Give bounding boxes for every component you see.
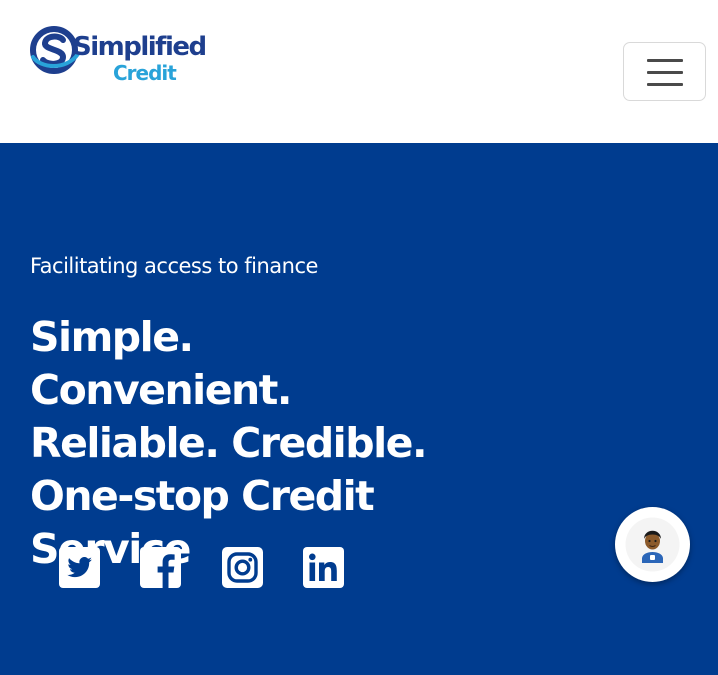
linkedin-icon: [303, 547, 344, 588]
menu-toggle-button[interactable]: [623, 42, 706, 101]
hero-tagline: Facilitating access to finance: [30, 254, 318, 278]
facebook-link[interactable]: [140, 547, 181, 588]
brand-logo[interactable]: Simplified Credit: [30, 24, 207, 86]
instagram-link[interactable]: [222, 547, 263, 588]
chat-widget-button[interactable]: [615, 507, 690, 582]
logo-word-simplified: Simplified: [73, 32, 207, 62]
chat-avatar-icon: [625, 517, 680, 572]
linkedin-link[interactable]: [303, 547, 344, 588]
twitter-icon: [59, 547, 100, 588]
twitter-link[interactable]: [59, 547, 100, 588]
hero-headline: Simple. Convenient. Reliable. Credible. …: [30, 313, 428, 573]
facebook-icon: [140, 547, 181, 588]
instagram-icon: [222, 547, 263, 588]
logo-word-credit: Credit: [113, 61, 177, 85]
hero-section: Facilitating access to finance Simple. C…: [0, 143, 718, 675]
navbar: Simplified Credit: [0, 0, 718, 143]
